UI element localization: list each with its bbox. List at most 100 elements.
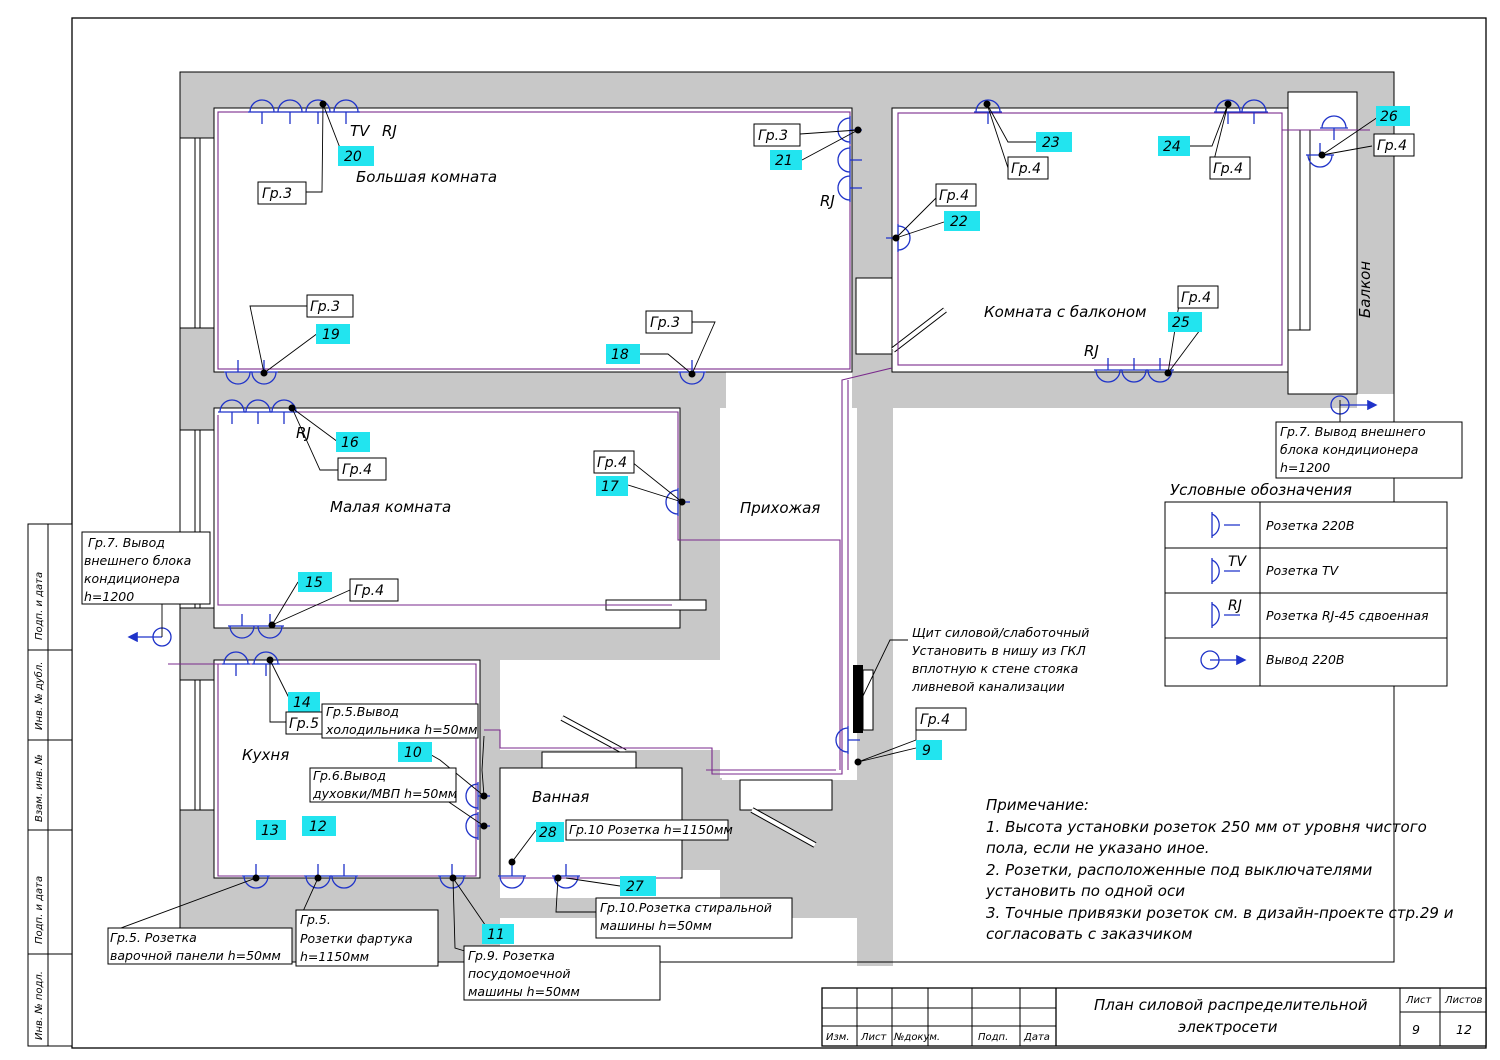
svg-text:Гр.5.: Гр.5.: [300, 912, 331, 927]
tag-gr4: Гр.4: [354, 583, 384, 599]
svg-text:TV: TV: [1228, 554, 1248, 570]
tag-gr4: Гр.4: [597, 455, 627, 471]
svg-text:духовки/МВП h=50мм: духовки/МВП h=50мм: [312, 786, 457, 801]
svg-text:2. Розетки, расположенные под: 2. Розетки, расположенные под выключател…: [986, 861, 1373, 879]
svg-text:согласовать с заказчиком: согласовать с заказчиком: [986, 925, 1192, 943]
svg-text:ливневой канализации: ливневой канализации: [911, 679, 1065, 694]
notes-title: Примечание:: [986, 796, 1089, 814]
legend-label: Розетка 220В: [1266, 518, 1354, 533]
svg-text:h=1200: h=1200: [84, 589, 134, 604]
number-18: 18: [611, 347, 629, 363]
svg-text:блока кондиционера: блока кондиционера: [1280, 442, 1418, 457]
svg-text:Лист: Лист: [860, 1032, 888, 1043]
svg-text:Гр.5.Вывод: Гр.5.Вывод: [326, 704, 399, 719]
svg-text:Гр.10 Розетка h=1150мм: Гр.10 Розетка h=1150мм: [569, 822, 733, 837]
svg-text:посудомоечной: посудомоечной: [468, 966, 570, 981]
svg-text:кондиционера: кондиционера: [84, 571, 180, 586]
tag-gr4: Гр.4: [1377, 138, 1407, 154]
svg-text:№докум.: №докум.: [893, 1032, 940, 1043]
tag-gr4: Гр.4: [1213, 161, 1243, 177]
number-25: 25: [1172, 315, 1190, 331]
svg-text:Установить в нишу из ГКЛ: Установить в нишу из ГКЛ: [912, 643, 1086, 658]
svg-text:вплотную к стене стояка: вплотную к стене стояка: [912, 661, 1078, 676]
tag-gr4: Гр.4: [920, 712, 950, 728]
svg-text:RJ: RJ: [1228, 598, 1242, 614]
room-hall: Прихожая: [740, 499, 820, 517]
svg-text:Листов: Листов: [1444, 995, 1482, 1006]
number-13: 13: [261, 823, 279, 839]
tag-gr5: Гр.5: [289, 716, 319, 732]
tag-gr3: Гр.3: [310, 299, 340, 315]
svg-text:внешнего блока: внешнего блока: [84, 553, 191, 568]
sheets-count: 12: [1456, 1022, 1472, 1037]
number-23: 23: [1042, 135, 1060, 151]
svg-text:RJ: RJ: [820, 192, 835, 210]
room-balcony: Балкон: [1356, 261, 1374, 318]
room-bath: Ванная: [532, 788, 589, 806]
svg-text:Подп.: Подп.: [978, 1032, 1008, 1043]
room-balcony-room: Комната с балконом: [984, 303, 1146, 321]
svg-text:Инв. № дубл.: Инв. № дубл.: [33, 662, 45, 730]
number-28: 28: [539, 825, 557, 841]
electrical-panel: [853, 665, 863, 733]
svg-text:3. Точные привязки розеток см.: 3. Точные привязки розеток см. в дизайн-…: [986, 904, 1454, 922]
number-22: 22: [950, 214, 968, 230]
svg-text:машины h=50мм: машины h=50мм: [468, 984, 580, 999]
number-26: 26: [1380, 109, 1398, 125]
svg-text:варочной панели h=50мм: варочной панели h=50мм: [110, 948, 281, 963]
svg-text:Розетки фартука: Розетки фартука: [300, 931, 413, 946]
svg-text:Лист: Лист: [1405, 995, 1433, 1006]
tag-gr4: Гр.4: [342, 462, 372, 478]
legend-label: Вывод 220В: [1266, 652, 1345, 667]
svg-text:Щит силовой/слаботочный: Щит силовой/слаботочный: [912, 625, 1089, 640]
notes: Примечание: 1. Высота установки розеток …: [985, 796, 1454, 943]
svg-text:Дата: Дата: [1023, 1032, 1050, 1043]
sheet-number: 9: [1412, 1022, 1420, 1037]
title-block: Изм. Лист №докум. Подп. Дата План силово…: [821, 987, 1487, 1047]
number-12: 12: [309, 819, 327, 835]
tag-gr4: Гр.4: [1181, 290, 1211, 306]
number-17: 17: [601, 479, 619, 495]
tag-gr3: Гр.3: [650, 315, 680, 331]
svg-text:TV: TV: [350, 122, 371, 140]
drawing-title: электросети: [1178, 1018, 1278, 1036]
svg-text:Гр.7. Вывод внешнего: Гр.7. Вывод внешнего: [1280, 424, 1426, 439]
svg-text:RJ: RJ: [296, 424, 311, 442]
number-20: 20: [344, 149, 362, 165]
number-15: 15: [305, 575, 323, 591]
svg-text:h=1200: h=1200: [1280, 460, 1330, 475]
svg-text:Гр.7. Вывод: Гр.7. Вывод: [88, 535, 165, 550]
svg-text:Инв. № подл.: Инв. № подл.: [34, 971, 45, 1040]
svg-text:машины h=50мм: машины h=50мм: [600, 918, 712, 933]
tag-gr4: Гр.4: [939, 188, 969, 204]
side-stamp: Подп. и дата Инв. № дубл. Взам. инв. № П…: [27, 523, 73, 1047]
svg-text:Взам. инв. №: Взам. инв. №: [34, 754, 45, 822]
number-14: 14: [293, 695, 311, 711]
svg-text:установить по одной оси: установить по одной оси: [985, 882, 1185, 900]
number-24: 24: [1163, 139, 1181, 155]
tag-gr4: Гр.4: [1011, 161, 1041, 177]
legend-label: Розетка TV: [1266, 563, 1340, 578]
tag-gr3: Гр.3: [262, 186, 292, 202]
room-small: Малая комната: [330, 498, 451, 516]
svg-text:Гр.5. Розетка: Гр.5. Розетка: [110, 930, 197, 945]
room-kitchen: Кухня: [242, 746, 289, 764]
svg-text:Гр.10.Розетка стиральной: Гр.10.Розетка стиральной: [600, 900, 772, 915]
svg-text:Гр.6.Вывод: Гр.6.Вывод: [313, 768, 386, 783]
svg-text:1. Высота установки розеток 2: 1. Высота установки розеток 250 мм от ур…: [986, 818, 1427, 836]
number-11: 11: [487, 927, 505, 943]
number-27: 27: [626, 879, 644, 895]
room-big: Большая комната: [356, 168, 497, 186]
number-21: 21: [775, 153, 793, 169]
number-19: 19: [322, 327, 340, 343]
legend: Условные обозначения TV RJ Розетка 220В …: [1164, 481, 1448, 687]
svg-text:пола, если не указано иное.: пола, если не указано иное.: [986, 839, 1209, 857]
tag-gr3: Гр.3: [758, 128, 788, 144]
svg-text:Подп. и дата: Подп. и дата: [34, 572, 45, 640]
svg-text:холодильника h=50мм: холодильника h=50мм: [325, 722, 477, 737]
svg-text:h=1150мм: h=1150мм: [300, 949, 369, 964]
number-9: 9: [922, 743, 931, 759]
svg-text:RJ: RJ: [382, 122, 397, 140]
drawing-title: План силовой распределительной: [1094, 996, 1368, 1014]
legend-label: Розетка RJ-45 сдвоенная: [1266, 608, 1429, 623]
